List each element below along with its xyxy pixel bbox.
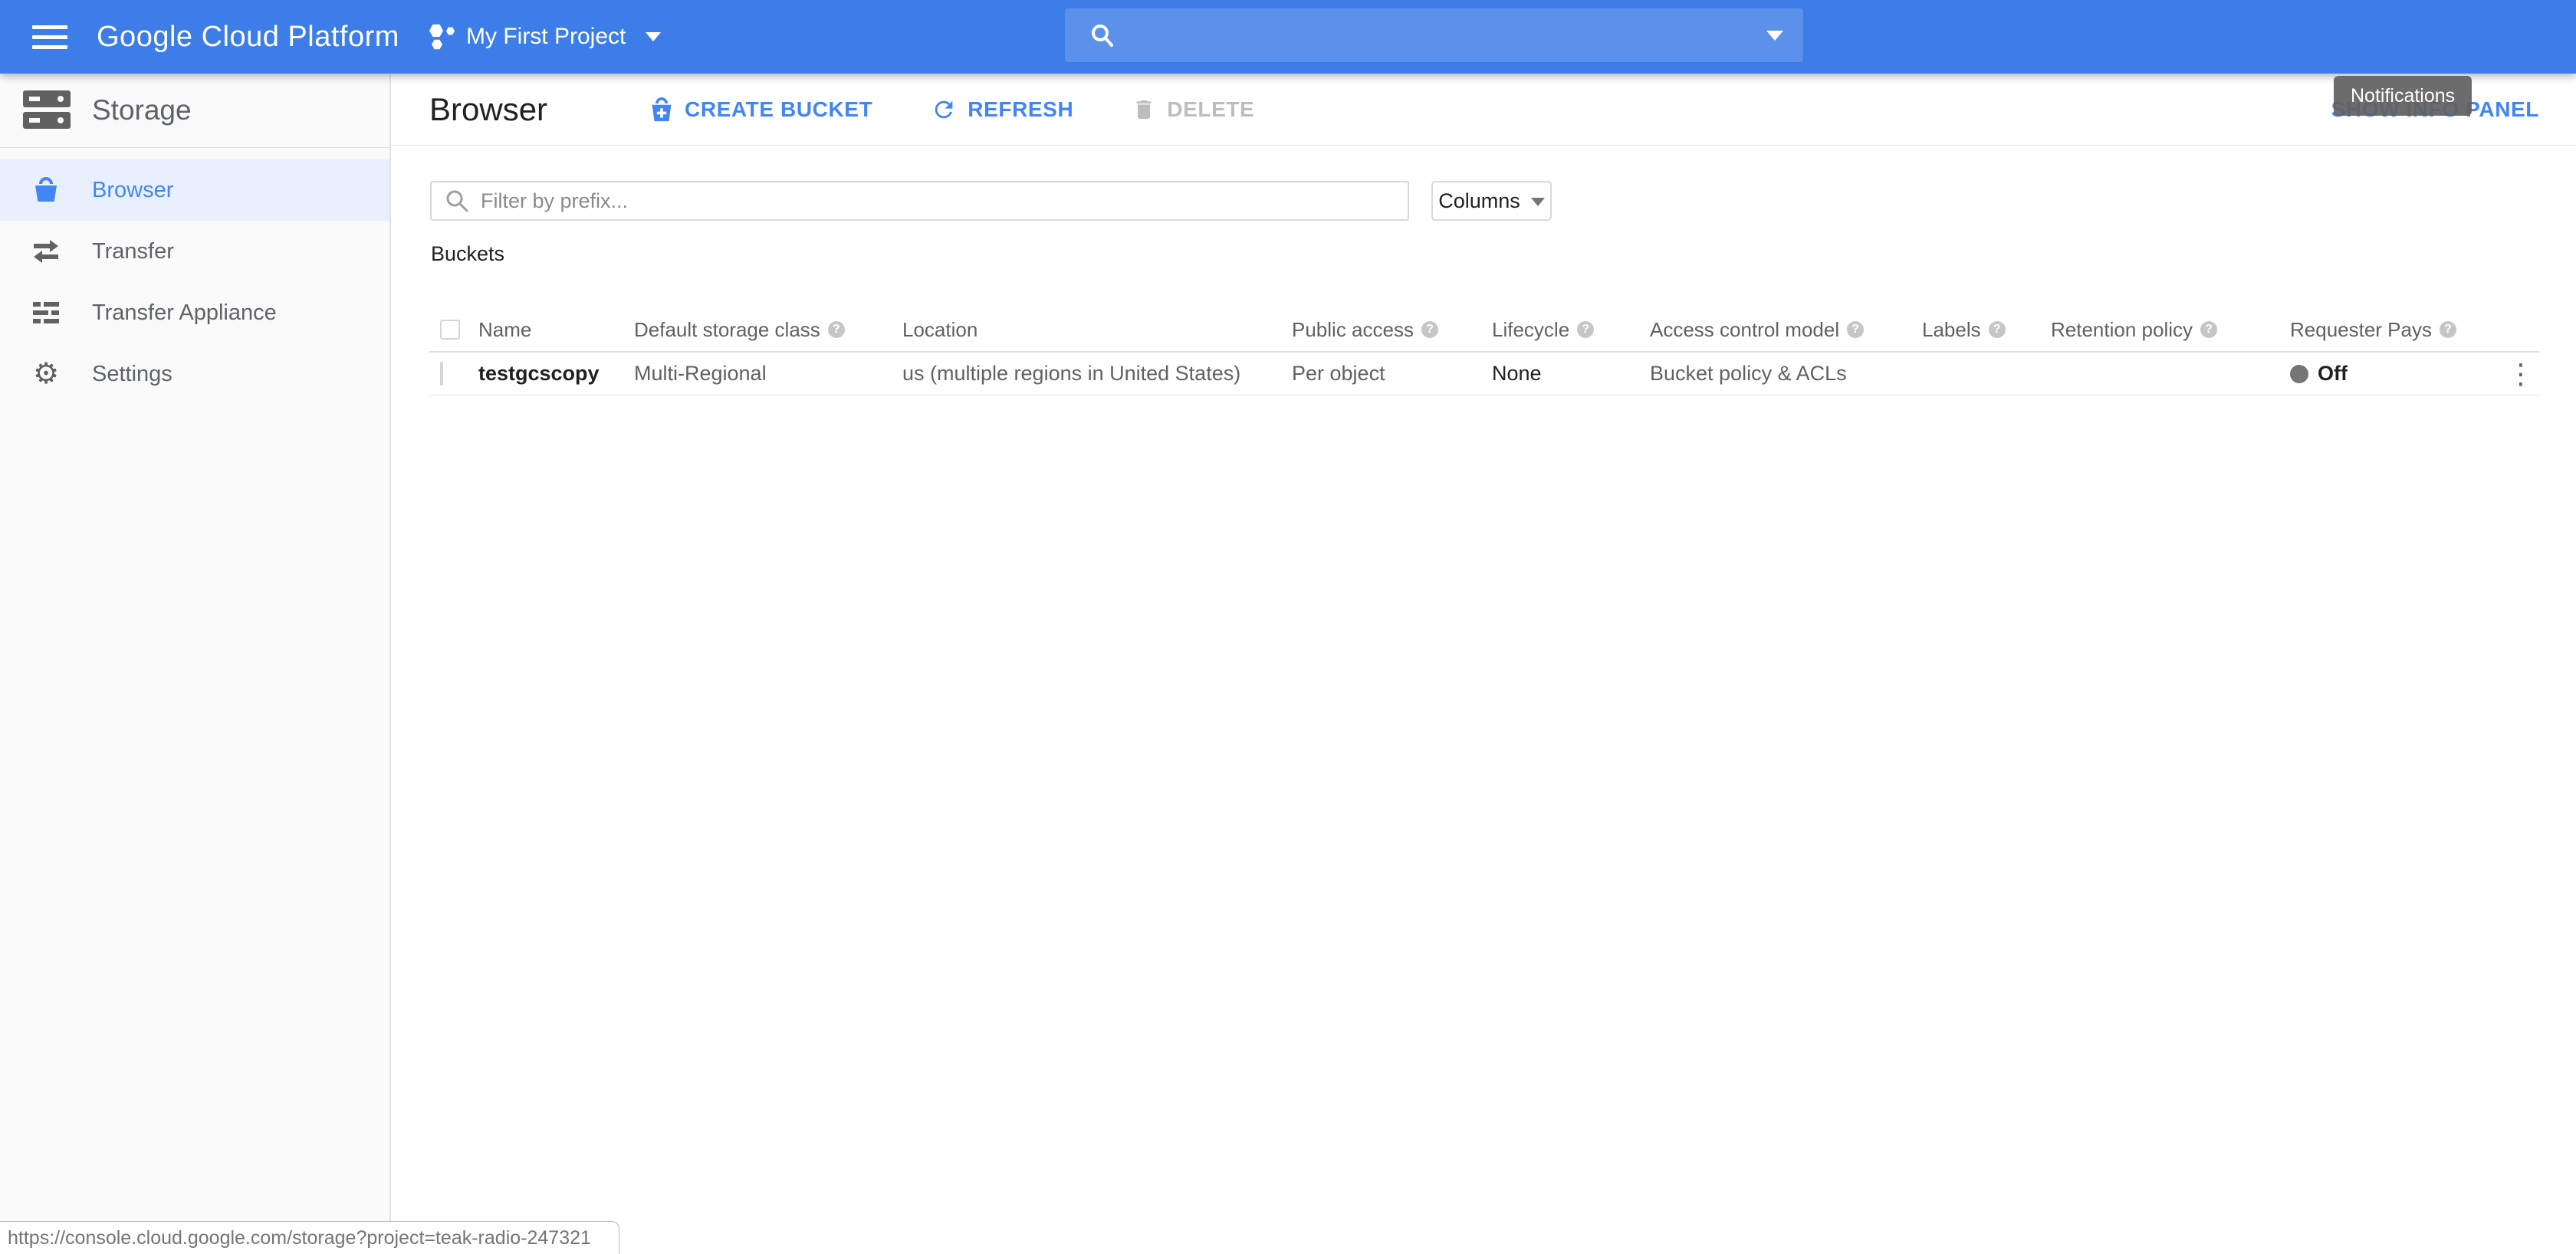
row-menu-icon[interactable]: ⋮ <box>2502 360 2539 388</box>
cell-access-control: Bucket policy & ACLs <box>1650 362 1922 386</box>
sidebar-header: Storage <box>0 74 389 147</box>
bucket-icon <box>31 177 61 203</box>
sidebar-title: Storage <box>92 74 192 147</box>
row-checkbox[interactable] <box>440 362 443 386</box>
sidebar-item-settings[interactable]: ⚙ Settings <box>0 343 389 405</box>
col-retention-policy[interactable]: Retention policy? <box>2051 318 2290 342</box>
divider <box>0 147 389 148</box>
bucket-plus-icon <box>649 97 674 123</box>
sidebar-item-browser[interactable]: Browser <box>0 159 389 221</box>
col-public-access[interactable]: Public access? <box>1292 318 1492 342</box>
trash-icon <box>1132 97 1156 123</box>
search-input[interactable] <box>1065 8 1803 62</box>
sidebar-item-label: Transfer Appliance <box>92 300 277 326</box>
section-label: Buckets <box>431 242 504 266</box>
bucket-name-link[interactable]: testgcscopy <box>478 362 634 386</box>
project-name: My First Project <box>466 24 626 50</box>
status-dot-icon <box>2290 365 2308 383</box>
status-url: https://console.cloud.google.com/storage… <box>8 1227 591 1249</box>
help-icon[interactable]: ? <box>2440 321 2456 338</box>
sidebar-item-transfer[interactable]: Transfer <box>0 221 389 282</box>
notifications-tooltip: Notifications <box>2334 76 2472 116</box>
cell-storage-class: Multi-Regional <box>634 362 902 386</box>
help-icon[interactable]: ? <box>1577 321 1594 338</box>
col-labels[interactable]: Labels? <box>1922 318 2051 342</box>
col-storage-class[interactable]: Default storage class? <box>634 318 902 342</box>
app-logo[interactable]: Google Cloud Platform <box>97 0 399 74</box>
sidebar-nav: Browser Transfer <box>0 159 389 405</box>
search-icon <box>1088 21 1117 50</box>
help-icon[interactable]: ? <box>2200 321 2217 338</box>
page-header: Browser CREATE BUCKET REFRESH DELETE SHO… <box>393 74 2576 146</box>
storage-icon <box>23 90 71 133</box>
transfer-icon <box>31 239 61 264</box>
cell-location: us (multiple regions in United States) <box>902 362 1292 386</box>
delete-button[interactable]: DELETE <box>1132 97 1254 123</box>
header-actions: CREATE BUCKET REFRESH DELETE <box>649 74 1254 146</box>
col-location[interactable]: Location <box>902 318 1292 342</box>
cell-public-access: Per object <box>1292 362 1492 386</box>
sidebar-item-transfer-appliance[interactable]: Transfer Appliance <box>0 282 389 343</box>
help-icon[interactable]: ? <box>828 321 845 338</box>
refresh-button[interactable]: REFRESH <box>931 97 1073 123</box>
project-icon <box>429 24 455 50</box>
filter-field[interactable] <box>430 181 1409 221</box>
sidebar-item-label: Browser <box>92 178 173 203</box>
col-lifecycle[interactable]: Lifecycle? <box>1492 318 1650 342</box>
status-bar: https://console.cloud.google.com/storage… <box>0 1221 619 1254</box>
col-requester-pays[interactable]: Requester Pays? <box>2290 318 2502 342</box>
chevron-down-icon <box>1531 198 1545 206</box>
hamburger-menu-icon[interactable] <box>32 25 67 49</box>
help-icon[interactable]: ? <box>1989 321 2006 338</box>
chevron-down-icon <box>646 32 661 41</box>
page-title: Browser <box>429 74 547 146</box>
topbar: Google Cloud Platform My First Project <box>0 0 2576 74</box>
search-icon <box>444 188 470 214</box>
sidebar: Storage Browser Transfer <box>0 74 391 1254</box>
help-icon[interactable]: ? <box>1847 321 1864 338</box>
cell-lifecycle[interactable]: None <box>1492 362 1650 386</box>
sidebar-item-label: Transfer <box>92 239 174 264</box>
col-access-control[interactable]: Access control model? <box>1650 318 1922 342</box>
buckets-table: Name Default storage class? Location Pub… <box>429 308 2539 396</box>
transfer-appliance-icon <box>31 300 61 325</box>
project-selector[interactable]: My First Project <box>429 0 661 74</box>
table-header-row: Name Default storage class? Location Pub… <box>429 308 2539 353</box>
table-row[interactable]: testgcscopy Multi-Regional us (multiple … <box>429 353 2539 396</box>
cell-requester-pays: Off <box>2290 362 2502 386</box>
select-all-checkbox[interactable] <box>440 320 460 340</box>
search-dropdown-icon[interactable] <box>1766 31 1783 41</box>
columns-button[interactable]: Columns <box>1431 181 1552 221</box>
refresh-icon <box>931 97 957 123</box>
help-icon[interactable]: ? <box>1421 321 1438 338</box>
sidebar-item-label: Settings <box>92 362 172 387</box>
create-bucket-button[interactable]: CREATE BUCKET <box>649 97 872 123</box>
col-name[interactable]: Name <box>478 318 634 342</box>
filter-input[interactable] <box>481 182 1408 219</box>
gear-icon: ⚙ <box>31 359 61 389</box>
